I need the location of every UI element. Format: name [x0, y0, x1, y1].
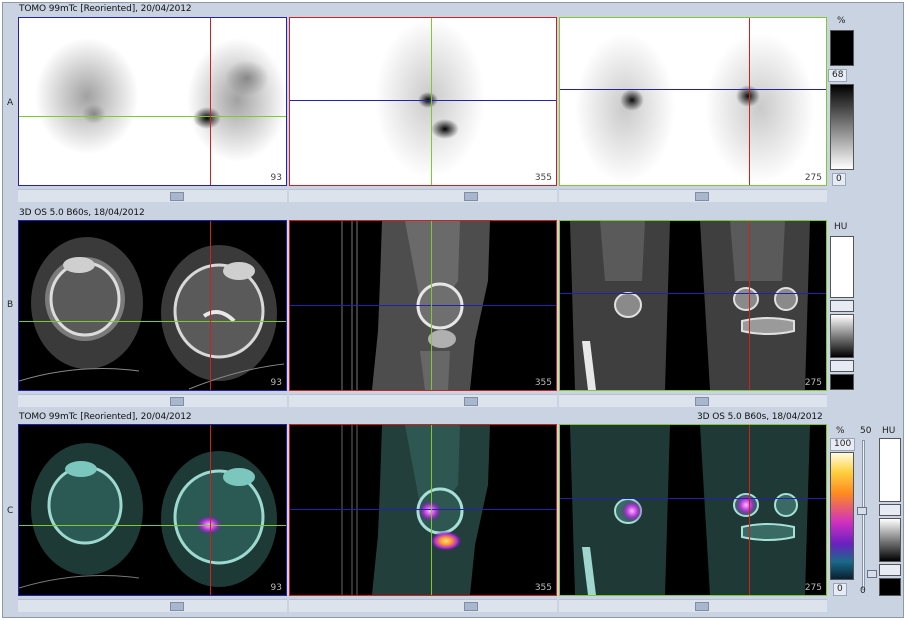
scale-c-max[interactable]: 100 — [830, 438, 856, 451]
scale-c-hu-bottom-block — [879, 578, 901, 596]
scroll-thumb[interactable] — [170, 192, 184, 201]
scale-a-unit: % — [837, 16, 846, 26]
crosshair-vertical[interactable] — [749, 221, 750, 390]
crosshair-horizontal[interactable] — [290, 305, 556, 306]
crosshair-vertical[interactable] — [210, 18, 211, 185]
scale-b-bottom-block — [830, 374, 854, 390]
slice-number: 275 — [804, 583, 822, 593]
ct-transverse-image — [19, 237, 285, 390]
scroll-thumb[interactable] — [695, 602, 709, 611]
fused-coronal-image — [570, 425, 810, 595]
spect-transverse-image — [35, 38, 286, 162]
scale-c-hu-window-bottom[interactable] — [879, 564, 901, 576]
spect-sagittal-view[interactable]: 355 — [289, 17, 557, 186]
slice-number: 355 — [534, 173, 552, 183]
row-label-c: C — [7, 506, 14, 516]
scale-c-hu-min: 0 — [860, 586, 866, 596]
slice-number: 93 — [270, 378, 282, 388]
crosshair-vertical[interactable] — [749, 18, 750, 185]
scroll-thumb[interactable] — [464, 397, 478, 406]
coronal-scrollbar[interactable] — [559, 394, 827, 407]
sagittal-scrollbar[interactable] — [289, 394, 557, 407]
scale-a-value[interactable]: 68 — [828, 69, 848, 82]
ct-transverse-view[interactable]: 93 — [18, 220, 287, 391]
coronal-scrollbar[interactable] — [559, 599, 827, 612]
spect-coronal-view[interactable]: 275 — [559, 17, 827, 186]
section-b-title: 3D OS 5.0 B60s, 18/04/2012 — [19, 208, 145, 218]
scale-a-top-block — [830, 30, 854, 66]
crosshair-vertical[interactable] — [210, 221, 211, 390]
crosshair-vertical[interactable] — [749, 425, 750, 595]
crosshair-horizontal[interactable] — [560, 498, 826, 499]
coronal-scrollbar[interactable] — [559, 189, 827, 202]
crosshair-vertical[interactable] — [431, 221, 432, 390]
fused-transverse-image — [19, 443, 277, 589]
scale-c-min[interactable]: 0 — [833, 583, 847, 596]
scale-c-colorbar — [830, 452, 854, 580]
ct-coronal-view[interactable]: 275 — [559, 220, 827, 391]
fused-sagittal-view[interactable]: 355 — [289, 424, 557, 596]
sagittal-scrollbar[interactable] — [289, 599, 557, 612]
fused-coronal-view[interactable]: 275 — [559, 424, 827, 596]
crosshair-horizontal[interactable] — [290, 100, 556, 101]
crosshair-vertical[interactable] — [431, 18, 432, 185]
scale-c-hu-window-top[interactable] — [879, 504, 901, 516]
scale-b-unit: HU — [834, 222, 848, 232]
threshold-slider-knob[interactable] — [857, 507, 867, 515]
crosshair-horizontal[interactable] — [19, 525, 286, 526]
crosshair-horizontal[interactable] — [19, 321, 286, 322]
scale-c-hu-top-block — [879, 438, 901, 502]
scale-b-top-block — [830, 236, 854, 298]
crosshair-vertical[interactable] — [210, 425, 211, 595]
scroll-thumb[interactable] — [170, 397, 184, 406]
transverse-scrollbar[interactable] — [18, 394, 287, 407]
scale-b-window-top[interactable] — [830, 300, 854, 312]
transverse-scrollbar[interactable] — [18, 189, 287, 202]
scale-c-unit-hu: HU — [882, 426, 896, 436]
crosshair-horizontal[interactable] — [560, 293, 826, 294]
scale-c-hu-colorbar — [879, 518, 901, 562]
row-label-b: B — [7, 300, 14, 310]
fused-sagittal-image — [341, 425, 490, 595]
slice-number: 275 — [804, 378, 822, 388]
scroll-thumb[interactable] — [464, 192, 478, 201]
scroll-thumb[interactable] — [695, 192, 709, 201]
crosshair-horizontal[interactable] — [560, 89, 826, 90]
slice-number: 275 — [804, 173, 822, 183]
transverse-scrollbar[interactable] — [18, 599, 287, 612]
crosshair-horizontal[interactable] — [290, 509, 556, 510]
crosshair-vertical[interactable] — [431, 425, 432, 595]
row-label-a: A — [7, 98, 14, 108]
fused-transverse-view[interactable]: 93 — [18, 424, 287, 596]
threshold-slider-knob-lower[interactable] — [867, 570, 877, 578]
section-c-title-left: TOMO 99mTc [Reoriented], 20/04/2012 — [19, 412, 192, 422]
scroll-thumb[interactable] — [170, 602, 184, 611]
scroll-thumb[interactable] — [464, 602, 478, 611]
scale-a-min[interactable]: 0 — [832, 173, 846, 186]
scale-c-slider-value: 50 — [860, 426, 872, 436]
slice-number: 355 — [534, 583, 552, 593]
section-a-title: TOMO 99mTc [Reoriented], 20/04/2012 — [19, 4, 192, 14]
ct-sagittal-view[interactable]: 355 — [289, 220, 557, 391]
sagittal-scrollbar[interactable] — [289, 189, 557, 202]
scroll-thumb[interactable] — [695, 397, 709, 406]
section-c-title-right: 3D OS 5.0 B60s, 18/04/2012 — [697, 412, 823, 422]
slice-number: 355 — [534, 378, 552, 388]
slice-number: 93 — [270, 583, 282, 593]
slice-number: 93 — [270, 173, 282, 183]
threshold-slider[interactable] — [862, 440, 865, 590]
spect-sagittal-image — [375, 18, 485, 178]
ct-coronal-image — [570, 221, 810, 390]
spect-coronal-image — [575, 33, 815, 183]
scale-a-colorbar — [830, 84, 854, 170]
scale-c-unit-pct: % — [836, 426, 845, 436]
scale-b-colorbar — [830, 314, 854, 358]
scale-b-window-bottom[interactable] — [830, 360, 854, 372]
spect-transverse-view[interactable]: 93 — [18, 17, 287, 186]
crosshair-horizontal[interactable] — [19, 116, 286, 117]
